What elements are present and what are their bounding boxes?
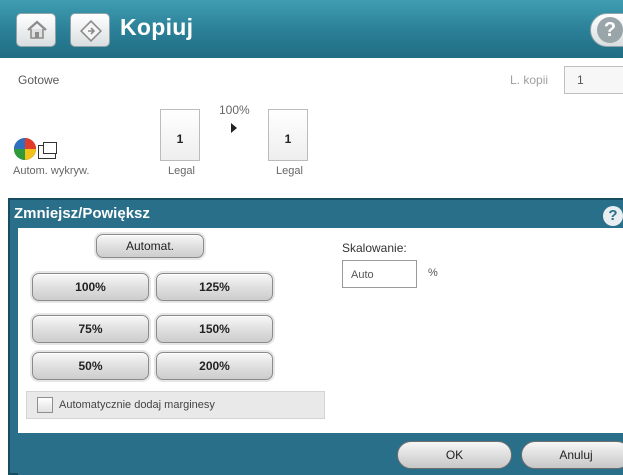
scale-100-button[interactable]: 100% xyxy=(32,273,149,301)
reduce-enlarge-dialog: Zmniejsz/Powiększ ? Automat. 100% 125% 7… xyxy=(8,198,623,475)
output-paper-label: Legal xyxy=(276,165,303,177)
auto-margins-checkbox[interactable] xyxy=(37,397,53,413)
original-paper-label: Legal xyxy=(168,165,195,177)
zoom-value: 100% xyxy=(219,103,250,117)
scaling-label: Skalowanie: xyxy=(342,241,407,255)
auto-margins-label: Automatycznie dodaj marginesy xyxy=(59,399,215,411)
dialog-help-icon[interactable]: ? xyxy=(603,206,623,226)
copy-app-icon xyxy=(80,20,102,42)
page-orientation-icon xyxy=(38,142,57,159)
output-page-number: 1 xyxy=(284,132,292,146)
scale-50-button[interactable]: 50% xyxy=(32,352,149,380)
dialog-title: Zmniejsz/Powiększ xyxy=(14,205,150,222)
cancel-button[interactable]: Anuluj xyxy=(521,441,623,469)
percent-sign: % xyxy=(428,267,438,279)
title-bar: Kopiuj ? xyxy=(0,0,623,58)
scaling-input[interactable]: Auto xyxy=(342,260,417,288)
original-page-thumbnail[interactable]: 1 xyxy=(160,109,200,161)
help-button[interactable]: ? xyxy=(590,13,623,47)
copies-field[interactable]: 1 xyxy=(564,66,623,94)
help-icon: ? xyxy=(597,17,623,43)
scale-75-button[interactable]: 75% xyxy=(32,315,149,343)
auto-margins-option[interactable]: Automatycznie dodaj marginesy xyxy=(26,391,325,419)
dialog-footer: OK Anuluj xyxy=(18,433,623,475)
color-mode-icon[interactable] xyxy=(12,136,38,162)
scale-150-button[interactable]: 150% xyxy=(156,315,273,343)
arrow-right-icon xyxy=(231,123,237,133)
home-button[interactable] xyxy=(16,13,56,47)
dialog-body: Automat. 100% 125% 75% 150% 50% 200% Aut… xyxy=(18,228,623,433)
auto-scale-button[interactable]: Automat. xyxy=(96,234,204,258)
home-icon xyxy=(27,20,47,39)
copy-app-button[interactable] xyxy=(70,13,110,47)
app-title: Kopiuj xyxy=(120,14,194,40)
original-page-number: 1 xyxy=(176,132,184,146)
color-mode-label: Autom. wykryw. xyxy=(13,165,90,177)
output-page-thumbnail[interactable]: 1 xyxy=(268,109,308,161)
status-text: Gotowe xyxy=(18,73,60,87)
copies-label: L. kopii xyxy=(510,73,549,87)
scale-125-button[interactable]: 125% xyxy=(156,273,273,301)
ok-button[interactable]: OK xyxy=(397,441,512,469)
scale-200-button[interactable]: 200% xyxy=(156,352,273,380)
